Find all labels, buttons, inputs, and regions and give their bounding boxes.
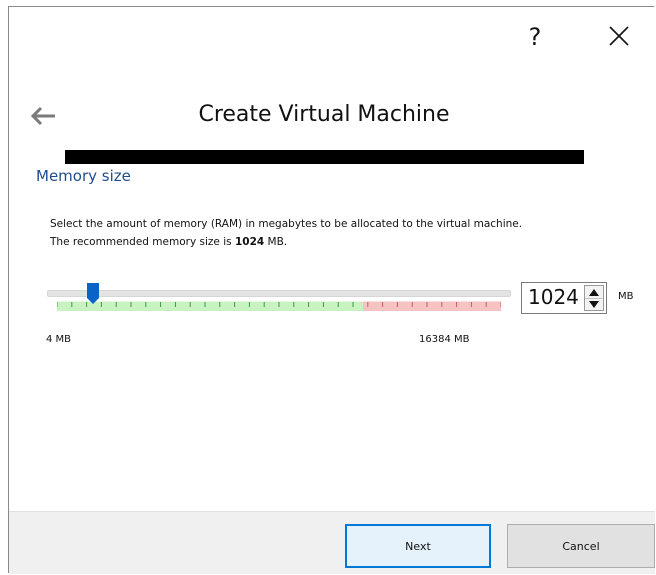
- wizard-title: Create Virtual Machine: [198, 102, 450, 127]
- unit-label: MB: [618, 291, 634, 302]
- back-arrow-icon: [30, 106, 55, 126]
- arrow-down-icon: [589, 300, 599, 308]
- slider-ticks: [57, 302, 501, 307]
- help-button[interactable]: ?: [515, 19, 555, 55]
- description-line-2: The recommended memory size is 1024 MB.: [50, 236, 287, 248]
- next-button[interactable]: Next: [345, 524, 491, 568]
- slider-min-label: 4 MB: [46, 334, 72, 345]
- redacted-bar: [65, 150, 584, 164]
- cancel-button[interactable]: Cancel: [507, 524, 655, 568]
- dialog-window: ? Create Virtual Machine Memory size Sel…: [8, 6, 655, 574]
- memory-value[interactable]: 1024: [528, 285, 579, 309]
- description-prefix: The recommended memory size is: [50, 236, 235, 248]
- spinbox-buttons: [584, 285, 604, 311]
- footer: Next Cancel: [9, 511, 655, 574]
- description-line-1: Select the amount of memory (RAM) in meg…: [50, 218, 523, 230]
- back-button[interactable]: [27, 103, 61, 129]
- recommended-memory-value: 1024: [234, 236, 265, 248]
- section-title: Memory size: [36, 167, 131, 185]
- memory-slider[interactable]: [47, 279, 513, 319]
- slider-max-label: 16384 MB: [419, 334, 470, 345]
- slider-track: [47, 290, 511, 297]
- memory-spinbox[interactable]: 1024: [521, 282, 607, 314]
- close-icon: [609, 26, 629, 46]
- description-suffix: MB.: [264, 236, 288, 248]
- arrow-up-icon: [589, 288, 599, 296]
- spin-down-button[interactable]: [585, 298, 603, 310]
- close-button[interactable]: [599, 19, 639, 55]
- slider-thumb[interactable]: [87, 283, 99, 305]
